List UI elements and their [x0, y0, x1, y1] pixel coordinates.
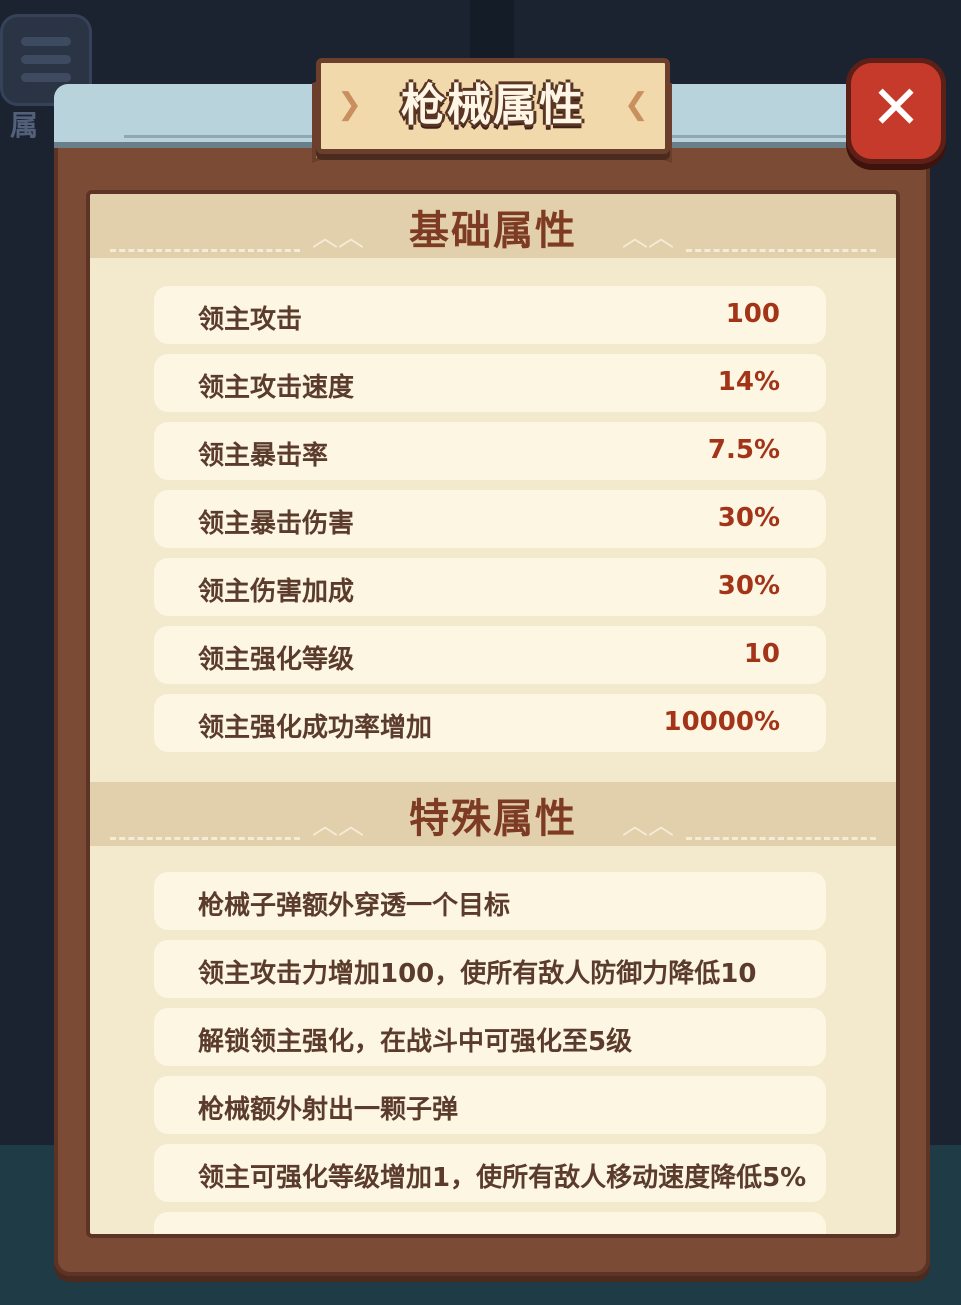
special-row-partial: [154, 1212, 826, 1234]
stat-row-crit-damage: 领主暴击伤害 30%: [154, 490, 826, 548]
stat-name: 领主攻击速度: [198, 373, 355, 403]
menu-label: 属: [10, 109, 39, 142]
stat-name: 领主暴击伤害: [198, 509, 355, 539]
close-button[interactable]: ✕: [846, 58, 946, 164]
header-rule: [110, 837, 300, 840]
special-row: 领主可强化等级增加1，使所有敌人移动速度降低5%: [154, 1144, 826, 1202]
stat-name: 领主强化成功率增加: [198, 713, 433, 743]
special-text: 枪械额外射出一颗子弹: [198, 1095, 459, 1125]
dialog-title: 枪械属性: [401, 80, 585, 131]
header-rule: [686, 837, 876, 840]
special-row: 枪械子弹额外穿透一个目标: [154, 872, 826, 930]
mountain-icon: ︿︿: [621, 811, 674, 841]
special-attributes-header: 特殊属性 ︿︿ ︿︿: [90, 782, 896, 846]
stat-value: 100: [725, 299, 780, 329]
attributes-panel[interactable]: 基础属性 ︿︿ ︿︿ 领主攻击 100 领主攻击速度 14% 领主暴击率 7.5…: [86, 190, 900, 1238]
stat-name: 领主强化等级: [198, 645, 355, 675]
special-text: 领主攻击力增加100，使所有敌人防御力降低10: [198, 959, 757, 989]
mountain-icon: ︿︿: [312, 811, 365, 841]
basic-attributes-header: 基础属性 ︿︿ ︿︿: [90, 194, 896, 258]
stat-row-damage-bonus: 领主伤害加成 30%: [154, 558, 826, 616]
stat-row-attack-speed: 领主攻击速度 14%: [154, 354, 826, 412]
stat-value: 10000%: [663, 707, 780, 737]
special-text: 领主可强化等级增加1，使所有敌人移动速度降低5%: [198, 1163, 807, 1193]
header-rule: [110, 249, 300, 252]
stat-name: 领主暴击率: [198, 441, 329, 471]
stat-value: 30%: [717, 503, 780, 533]
special-text: 解锁领主强化，在战斗中可强化至5级: [198, 1027, 633, 1057]
stat-row-attack: 领主攻击 100: [154, 286, 826, 344]
close-icon: ✕: [870, 73, 922, 143]
section-title: 基础属性: [409, 208, 577, 254]
stat-value: 30%: [717, 571, 780, 601]
stat-row-enhance-level: 领主强化等级 10: [154, 626, 826, 684]
special-row: 领主攻击力增加100，使所有敌人防御力降低10: [154, 940, 826, 998]
header-rule: [686, 249, 876, 252]
stat-name: 领主伤害加成: [198, 577, 355, 607]
stat-value: 14%: [717, 367, 780, 397]
special-row: 解锁领主强化，在战斗中可强化至5级: [154, 1008, 826, 1066]
title-banner: ❯ ❮ 枪械属性: [316, 58, 670, 154]
menu-icon-bar: [21, 73, 71, 82]
stat-name: 领主攻击: [198, 305, 303, 335]
stat-row-crit-rate: 领主暴击率 7.5%: [154, 422, 826, 480]
special-row: 枪械额外射出一颗子弹: [154, 1076, 826, 1134]
special-text: 枪械子弹额外穿透一个目标: [198, 891, 511, 921]
mountain-icon: ︿︿: [312, 223, 365, 253]
stat-value: 10: [743, 639, 780, 669]
stat-value: 7.5%: [707, 435, 780, 465]
menu-icon-bar: [21, 55, 71, 64]
menu-icon: [21, 37, 71, 46]
stat-row-enhance-success: 领主强化成功率增加 10000%: [154, 694, 826, 752]
mountain-icon: ︿︿: [621, 223, 674, 253]
section-title: 特殊属性: [409, 796, 577, 842]
